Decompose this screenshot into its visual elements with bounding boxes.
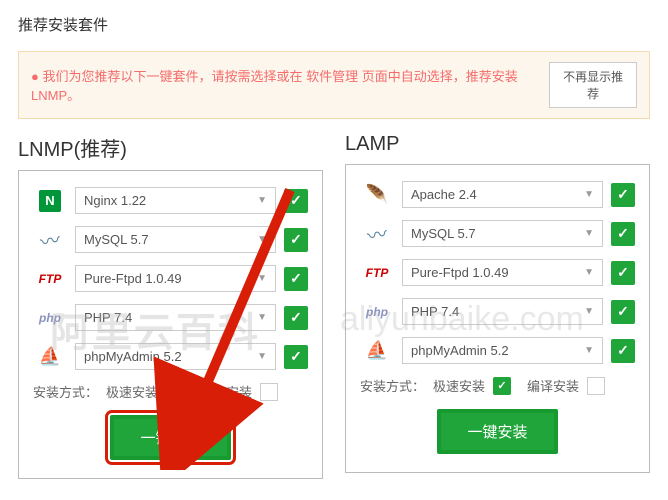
chevron-down-icon: ▼ [257,351,267,362]
alert-text: ● 我们为您推荐以下一键套件，请按需选择或在 软件管理 页面中自动选择，推荐安装… [31,66,549,104]
lamp-install-mode: 安装方式： 极速安装✓ 编译安装 [360,376,635,395]
nginx-icon: N [33,189,67,213]
modal-title: 推荐安装套件 [18,14,650,35]
lamp-row-apache: 🪶 Apache 2.4▼ ✓ [360,181,635,208]
lamp-row-pma: ⛵ phpMyAdmin 5.2▼ ✓ [360,337,635,364]
mysql-icon: 〰 [33,228,67,252]
pma-select[interactable]: phpMyAdmin 5.2▼ [75,343,276,370]
fast-install-check[interactable]: ✓ [493,377,511,395]
lnmp-row-ftp: FTP Pure-Ftpd 1.0.49▼ ✓ [33,265,308,292]
lamp-title: LAMP [345,133,650,156]
compile-install-check[interactable] [587,377,605,395]
lamp-stack: LAMP 🪶 Apache 2.4▼ ✓ 〰 MySQL 5.7▼ ✓ FTP Pure-… [345,133,650,479]
lnmp-title: LNMP(推荐) [18,133,323,162]
ftp-icon: FTP [360,261,394,285]
phpmyadmin-icon: ⛵ [33,345,67,369]
lnmp-stack: LNMP(推荐) N Nginx 1.22▼ ✓ 〰 MySQL 5.7▼ ✓ FTP P… [18,133,323,479]
apache-icon: 🪶 [360,183,394,207]
mysql-select[interactable]: MySQL 5.7▼ [75,226,276,253]
lamp-row-php: php PHP 7.4▼ ✓ [360,298,635,325]
dismiss-recommend-button[interactable]: 不再显示推荐 [549,62,637,108]
lnmp-row-nginx: N Nginx 1.22▼ ✓ [33,187,308,214]
chevron-down-icon: ▼ [584,228,594,239]
lnmp-row-mysql: 〰 MySQL 5.7▼ ✓ [33,226,308,253]
pma-select[interactable]: phpMyAdmin 5.2▼ [402,337,603,364]
apache-select[interactable]: Apache 2.4▼ [402,181,603,208]
check-icon[interactable]: ✓ [284,267,308,291]
mysql-select[interactable]: MySQL 5.7▼ [402,220,603,247]
lamp-row-mysql: 〰 MySQL 5.7▼ ✓ [360,220,635,247]
lnmp-box: N Nginx 1.22▼ ✓ 〰 MySQL 5.7▼ ✓ FTP Pure-Ftpd … [18,170,323,479]
chevron-down-icon: ▼ [584,345,594,356]
php-icon: php [360,300,394,324]
php-select[interactable]: PHP 7.4▼ [402,298,603,325]
php-select[interactable]: PHP 7.4▼ [75,304,276,331]
recommend-alert: ● 我们为您推荐以下一键套件，请按需选择或在 软件管理 页面中自动选择，推荐安装… [18,51,650,119]
php-icon: php [33,306,67,330]
software-mgmt-link[interactable]: 软件管理 [306,69,358,84]
check-icon[interactable]: ✓ [611,222,635,246]
chevron-down-icon: ▼ [584,189,594,200]
lamp-row-ftp: FTP Pure-Ftpd 1.0.49▼ ✓ [360,259,635,286]
check-icon[interactable]: ✓ [611,300,635,324]
chevron-down-icon: ▼ [257,195,267,206]
ftp-icon: FTP [33,267,67,291]
chevron-down-icon: ▼ [257,273,267,284]
mysql-icon: 〰 [360,222,394,246]
nginx-select[interactable]: Nginx 1.22▼ [75,187,276,214]
check-icon[interactable]: ✓ [611,339,635,363]
lamp-box: 🪶 Apache 2.4▼ ✓ 〰 MySQL 5.7▼ ✓ FTP Pure-Ftpd … [345,164,650,473]
ftp-select[interactable]: Pure-Ftpd 1.0.49▼ [75,265,276,292]
check-icon[interactable]: ✓ [284,345,308,369]
fast-install-check[interactable]: ✓ [166,383,184,401]
check-icon[interactable]: ✓ [284,228,308,252]
lnmp-row-pma: ⛵ phpMyAdmin 5.2▼ ✓ [33,343,308,370]
lnmp-row-php: php PHP 7.4▼ ✓ [33,304,308,331]
check-icon[interactable]: ✓ [611,261,635,285]
phpmyadmin-icon: ⛵ [360,339,394,363]
check-icon[interactable]: ✓ [284,306,308,330]
check-icon[interactable]: ✓ [284,189,308,213]
compile-install-check[interactable] [260,383,278,401]
ftp-select[interactable]: Pure-Ftpd 1.0.49▼ [402,259,603,286]
lamp-install-button[interactable]: 一键安装 [437,409,557,454]
lnmp-install-button[interactable]: 一键安装 [110,415,230,460]
chevron-down-icon: ▼ [257,234,267,245]
check-icon[interactable]: ✓ [611,183,635,207]
lnmp-install-mode: 安装方式： 极速安装✓ 编译安装 [33,382,308,401]
chevron-down-icon: ▼ [584,306,594,317]
chevron-down-icon: ▼ [584,267,594,278]
chevron-down-icon: ▼ [257,312,267,323]
